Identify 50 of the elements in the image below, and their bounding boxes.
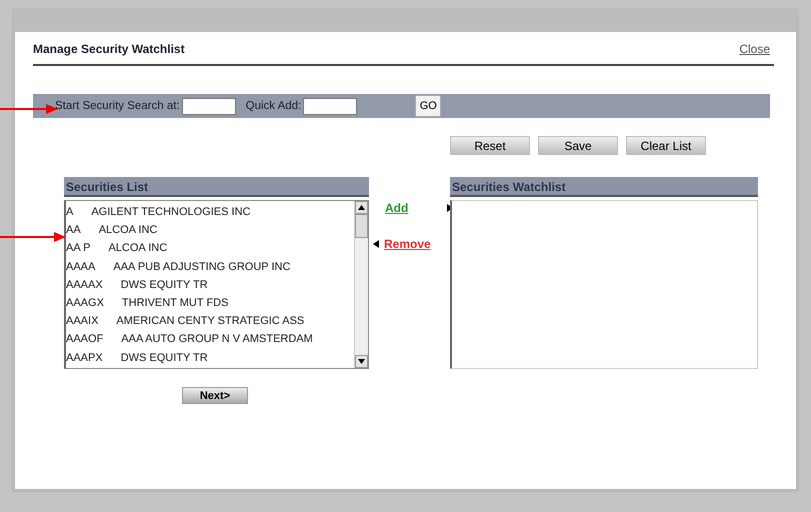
security-name: AMERICAN CENTY STRATEGIC ASS [116, 314, 304, 330]
symbol-text: AAAIX [66, 314, 98, 330]
scroll-down-icon [358, 359, 365, 364]
right-triangle-icon [447, 204, 450, 212]
go-button[interactable]: GO [415, 95, 442, 117]
search-label: Start Security Search at: [55, 100, 180, 112]
list-item[interactable]: AAAOF AAA AUTO GROUP N V AMSTERDAM [66, 330, 354, 348]
symbol-text: AAAA [66, 260, 96, 275]
scrollbar[interactable] [354, 201, 368, 368]
symbol-text: A [66, 205, 74, 220]
security-name: AGILENT TECHNOLOGIES INC [91, 205, 250, 220]
list-item[interactable]: AAAAX DWS EQUITY TR [66, 276, 354, 294]
list-item[interactable]: AA P ALCOA INC [66, 239, 354, 258]
list-header: Securities List [64, 177, 369, 197]
list-item[interactable]: AAAA AAA PUB ADJUSTING GROUP INC [66, 258, 354, 276]
search-field[interactable] [182, 98, 236, 114]
symbol-text: AA [66, 223, 81, 238]
security-name: DWS EQUITY TR [120, 278, 208, 293]
security-name: AAA PUB ADJUSTING GROUP INC [113, 260, 290, 275]
add-link[interactable]: Add [385, 201, 408, 215]
security-name: THRIVENT MUT FDS [122, 296, 228, 311]
left-triangle-icon [373, 240, 379, 248]
scroll-up-icon [358, 205, 365, 210]
security-name: DWS EQUITY TR [120, 350, 208, 366]
list-item[interactable]: AAAGX THRIVENT MUT FDS [66, 294, 354, 312]
action-button[interactable]: Save [538, 136, 618, 155]
security-name: ALCOA INC [108, 241, 168, 256]
close-link[interactable]: Close [739, 42, 770, 56]
symbol-text: AA P [66, 241, 90, 256]
list-item[interactable]: AAAIX AMERICAN CENTY STRATEGIC ASS [66, 312, 354, 330]
securities-listbox[interactable] [64, 200, 369, 369]
quick-add-label: Quick Add: [246, 100, 302, 112]
symbol-text: AAAGX [66, 296, 104, 311]
action-button[interactable]: Reset [450, 136, 530, 155]
symbol-text: AAAAX [66, 278, 103, 293]
list-item[interactable]: AA ALCOA INC [66, 221, 354, 240]
action-button[interactable]: Clear List [626, 136, 706, 155]
window-title: Manage Security Watchlist [33, 42, 185, 56]
list-item[interactable]: A AGILENT TECHNOLOGIES INC [66, 203, 354, 222]
next-button[interactable]: Next> [182, 387, 248, 404]
security-name: ALCOA INC [98, 223, 158, 238]
scroll-thumb[interactable] [355, 214, 368, 238]
symbol-text: AAAOF [66, 332, 104, 348]
security-name: AAA AUTO GROUP N V AMSTERDAM [121, 332, 313, 348]
list-item[interactable]: AAAPX DWS EQUITY TR [66, 348, 354, 367]
remove-link[interactable]: Remove [384, 237, 431, 251]
list-header: Securities Watchlist [450, 177, 758, 197]
arrow-icon [0, 232, 66, 242]
symbol-text: AAAPX [66, 350, 103, 366]
quick-add-field[interactable] [303, 98, 358, 114]
